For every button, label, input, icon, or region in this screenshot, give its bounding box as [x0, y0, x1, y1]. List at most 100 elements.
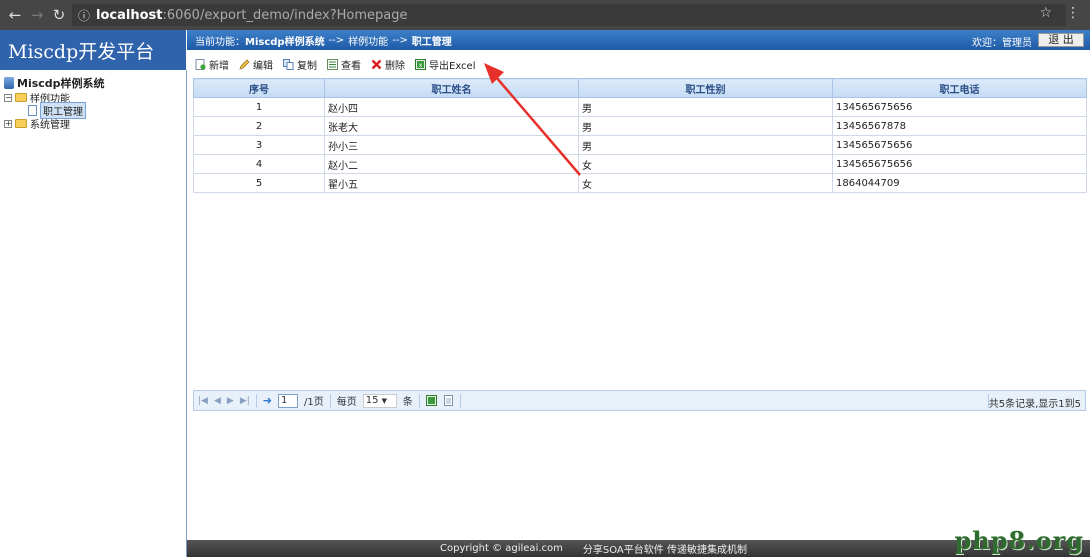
reload-icon[interactable]: ↻	[48, 4, 70, 26]
folder-icon	[15, 119, 27, 128]
cell-name: 张老大	[324, 116, 579, 136]
page-number-input[interactable]: 1	[278, 393, 298, 408]
table-row[interactable]: 4 赵小二 女 134565675656	[193, 154, 1087, 174]
cell-index: 2	[193, 116, 325, 136]
welcome-text: 欢迎：管理员	[972, 38, 1032, 49]
edit-label: 编辑	[253, 60, 273, 72]
forward-arrow-icon[interactable]: →	[26, 4, 48, 26]
copy-icon	[283, 58, 294, 70]
cell-phone: 13456567878	[832, 116, 1087, 136]
breadcrumb-separator: -->	[328, 34, 345, 46]
view-list-icon	[327, 58, 338, 70]
table-header-row: 序号 职工姓名 职工性别 职工电话	[193, 78, 1087, 98]
go-page-icon[interactable]: ➜	[263, 394, 272, 407]
edit-button[interactable]: 编辑	[239, 57, 273, 72]
add-button[interactable]: 新增	[195, 57, 229, 72]
cell-phone: 1864044709	[832, 173, 1087, 193]
divider	[459, 393, 461, 408]
tree-item-staff-management[interactable]: 职工管理	[0, 102, 186, 119]
svg-text:x: x	[419, 62, 423, 69]
column-header-phone[interactable]: 职工电话	[832, 78, 1087, 98]
last-page-icon[interactable]: ▶|	[240, 396, 250, 406]
table-row[interactable]: 3 孙小三 男 134565675656	[193, 135, 1087, 155]
footer-slogan: 分享SOA平台软件 传递敏捷集成机制	[582, 545, 747, 556]
delete-button[interactable]: 删除	[371, 57, 405, 72]
footer-copyright: Copyright © agileai.com	[440, 543, 563, 554]
table-row[interactable]: 2 张老大 男 13456567878	[193, 116, 1087, 136]
tree-item-system-management[interactable]: + 系统管理	[0, 117, 186, 131]
export-excel-button[interactable]: x 导出Excel	[415, 57, 476, 72]
per-page-unit: 条	[402, 397, 413, 408]
view-button[interactable]: 查看	[327, 57, 361, 72]
delete-x-icon	[371, 59, 382, 69]
url-host: localhost	[96, 7, 163, 23]
app-logo: Miscdp开发平台	[0, 30, 186, 70]
url-path: :6060/export_demo/index?Homepage	[162, 7, 408, 23]
tree-item-label: 系统管理	[30, 120, 70, 131]
browser-menu-icon[interactable]: ⋮	[1066, 5, 1080, 21]
next-page-icon[interactable]: ▶	[227, 396, 234, 406]
divider	[418, 393, 420, 408]
breadcrumb-prefix: 当前功能：	[195, 36, 245, 48]
copy-label: 复制	[297, 60, 317, 72]
export-excel-icon[interactable]	[425, 395, 437, 406]
cell-phone: 134565675656	[832, 97, 1087, 117]
expand-icon[interactable]: +	[4, 119, 12, 128]
cell-phone: 134565675656	[832, 154, 1087, 174]
tree-root[interactable]: Miscdp样例系统	[0, 75, 186, 91]
export-excel-label: 导出Excel	[429, 60, 476, 72]
cell-index: 3	[193, 135, 325, 155]
breadcrumb-system: Miscdp样例系统	[245, 36, 325, 48]
document-icon[interactable]	[443, 395, 454, 406]
chevron-down-icon: ▼	[381, 396, 388, 405]
table-row[interactable]: 1 赵小四 男 134565675656	[193, 97, 1087, 117]
prev-page-icon[interactable]: ◀	[214, 396, 221, 406]
column-header-name[interactable]: 职工姓名	[324, 78, 579, 98]
tree-item-sample-functions[interactable]: − 样例功能	[0, 91, 186, 105]
copy-button[interactable]: 复制	[283, 57, 317, 72]
tree-root-label: Miscdp样例系统	[17, 77, 105, 90]
cell-phone: 134565675656	[832, 135, 1087, 155]
per-page-value: 15	[365, 394, 379, 406]
first-page-icon[interactable]: |◀	[198, 396, 208, 406]
breadcrumb: 当前功能： Miscdp样例系统 --> 样例功能 --> 职工管理 欢迎：管理…	[187, 30, 1090, 50]
divider	[255, 393, 257, 408]
cell-gender: 男	[578, 97, 833, 117]
delete-label: 删除	[385, 60, 405, 72]
cell-name: 赵小二	[324, 154, 579, 174]
breadcrumb-separator: -->	[392, 34, 408, 46]
system-icon	[4, 77, 14, 89]
logout-button[interactable]: 退 出	[1038, 33, 1084, 47]
per-page-select[interactable]: 15 ▼	[362, 393, 397, 408]
staff-table: 序号 职工姓名 职工性别 职工电话 1 赵小四 男 134565675656 2…	[193, 78, 1087, 193]
watermark: php8.org	[954, 526, 1084, 555]
column-header-index[interactable]: 序号	[193, 78, 325, 98]
add-label: 新增	[209, 60, 229, 72]
address-bar[interactable]: ⓘ localhost:6060/export_demo/index?Homep…	[72, 4, 1066, 26]
cell-gender: 女	[578, 154, 833, 174]
add-icon	[195, 58, 206, 70]
table-row[interactable]: 5 翟小五 女 1864044709	[193, 173, 1087, 193]
pencil-icon	[239, 58, 250, 70]
record-summary: 共5条记录,显示1到5	[988, 399, 1081, 410]
pagination-bar: |◀ ◀ ▶ ▶| ➜ 1 /1页 每页 15 ▼ 条 共5条记录,显示1到5	[193, 390, 1086, 411]
folder-icon	[15, 93, 27, 102]
cell-gender: 女	[578, 173, 833, 193]
action-toolbar: 新增 编辑 复制 查看 删除 x 导出Excel	[195, 56, 476, 72]
bookmark-star-icon[interactable]: ☆	[1039, 5, 1052, 21]
sidebar-tree: Miscdp样例系统 − 样例功能 职工管理 + 系统管理	[0, 70, 187, 557]
cell-name: 孙小三	[324, 135, 579, 155]
divider	[329, 393, 331, 408]
back-arrow-icon[interactable]: ←	[4, 4, 26, 26]
cell-name: 赵小四	[324, 97, 579, 117]
total-pages: /1页	[304, 397, 324, 408]
cell-name: 翟小五	[324, 173, 579, 193]
cell-gender: 男	[578, 135, 833, 155]
column-header-gender[interactable]: 职工性别	[578, 78, 833, 98]
cell-index: 5	[193, 173, 325, 193]
info-icon: ⓘ	[78, 8, 91, 23]
excel-icon: x	[415, 58, 426, 70]
collapse-icon[interactable]: −	[4, 93, 12, 102]
browser-toolbar: ← → ↻ ⓘ localhost:6060/export_demo/index…	[0, 0, 1090, 30]
breadcrumb-page: 职工管理	[411, 36, 452, 48]
